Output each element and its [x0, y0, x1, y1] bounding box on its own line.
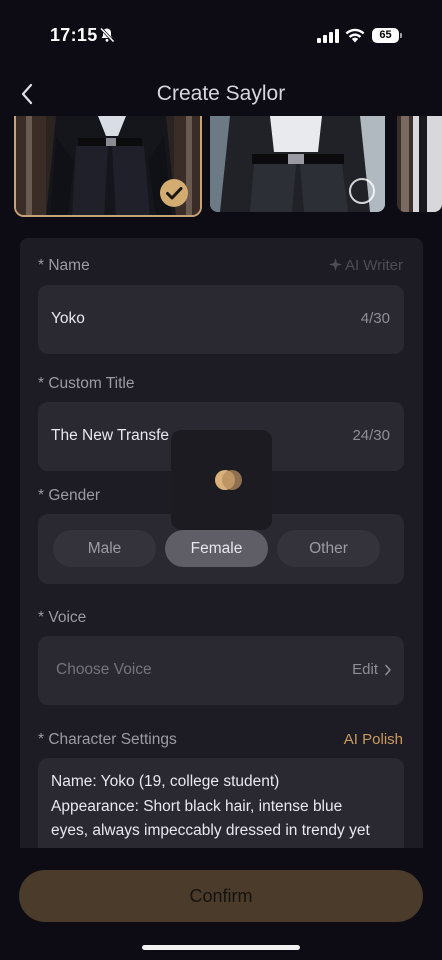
cellular-signal-icon: [317, 29, 339, 43]
appearance-option-1[interactable]: [14, 116, 202, 217]
ai-polish-button[interactable]: AI Polish: [344, 731, 403, 748]
selected-check-icon: [160, 179, 188, 207]
battery-level: 65: [372, 28, 399, 43]
loading-indicator: [171, 430, 272, 530]
name-value: Yoko: [51, 310, 85, 327]
loading-dot: [222, 470, 242, 490]
settings-line: eyes, always impeccably dressed in trend…: [51, 822, 370, 839]
page-title: Create Saylor: [156, 82, 286, 105]
home-indicator: [142, 945, 300, 950]
wifi-icon: [345, 28, 365, 43]
name-input[interactable]: Yoko 4/30: [38, 285, 404, 354]
gender-label: * Gender: [38, 487, 101, 504]
character-settings-text: Name: Yoko (19, college student) Appeara…: [51, 770, 391, 844]
character-settings-textarea[interactable]: Name: Yoko (19, college student) Appeara…: [38, 758, 404, 848]
ai-writer-label: AI Writer: [344, 257, 403, 274]
battery-icon: 65: [372, 28, 402, 44]
voice-placeholder: Choose Voice: [56, 661, 152, 678]
gender-option-female[interactable]: Female: [165, 530, 268, 567]
confirm-button[interactable]: Confirm: [19, 870, 423, 922]
sparkle-icon: [328, 258, 342, 271]
custom-title-char-counter: 24/30: [352, 427, 390, 444]
ai-writer-button[interactable]: AI Writer: [328, 257, 403, 274]
custom-title-label: * Custom Title: [38, 375, 135, 392]
settings-line: Appearance: Short black hair, intense bl…: [51, 797, 343, 815]
form-panel: * Name AI Writer Yoko 4/30 * Custom Titl…: [20, 238, 423, 848]
character-settings-label: * Character Settings: [38, 731, 177, 748]
chevron-right-icon: [385, 664, 391, 676]
nav-header: Create Saylor: [0, 72, 442, 116]
status-time: 17:15: [50, 25, 98, 45]
settings-line: Name: Yoko (19, college student): [51, 773, 280, 790]
custom-title-value: The New Transfe: [51, 427, 170, 444]
gender-option-male[interactable]: Male: [53, 530, 156, 567]
name-label: * Name: [38, 257, 90, 274]
voice-label: * Voice: [38, 609, 87, 626]
unselected-radio-icon: [349, 178, 375, 204]
appearance-carousel: [0, 116, 442, 220]
appearance-option-3[interactable]: [397, 116, 442, 212]
status-bar: 17:15 65: [0, 0, 442, 72]
character-image: [397, 116, 442, 212]
voice-edit-link[interactable]: Edit: [352, 661, 378, 678]
gender-option-other[interactable]: Other: [277, 530, 380, 567]
name-char-counter: 4/30: [360, 310, 390, 327]
appearance-option-2[interactable]: [210, 116, 385, 212]
voice-selector[interactable]: Choose Voice Edit: [38, 636, 404, 705]
bell-slash-icon: [99, 27, 115, 43]
